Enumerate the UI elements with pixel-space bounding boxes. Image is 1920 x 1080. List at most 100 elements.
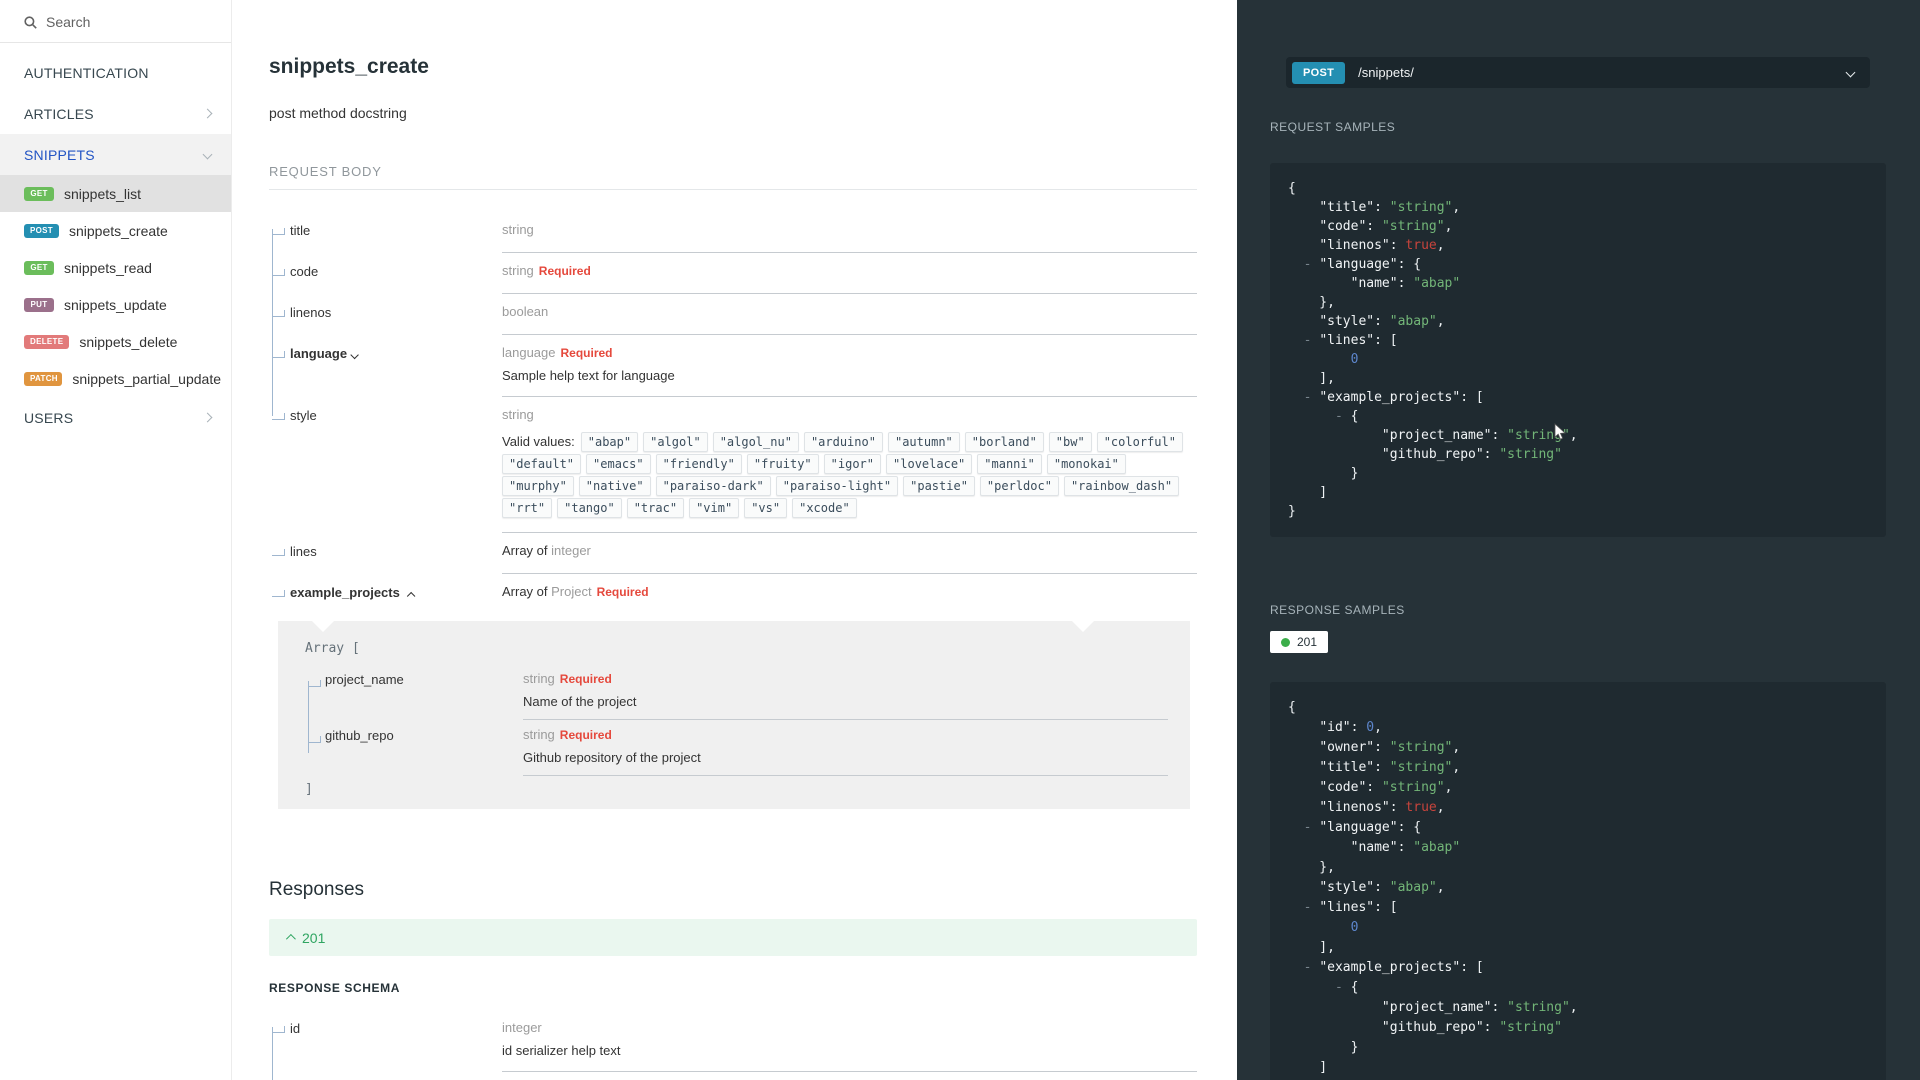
enum-pill: "algol" (643, 432, 708, 452)
field-type: language (502, 345, 556, 360)
sidebar-item-articles[interactable]: ARTICLES (0, 93, 231, 134)
sidebar-item-authentication[interactable]: AUTHENTICATION (0, 52, 231, 93)
tree-tick (272, 228, 285, 235)
field-type: integer (502, 1020, 542, 1035)
field-name: id (290, 1021, 301, 1036)
field-row-example-projects: example_projects Array of Project Require… (269, 574, 1197, 609)
field-name: style (290, 408, 317, 423)
enum-pill: "arduino" (803, 432, 883, 452)
response-schema: id integer id serializer help text owner… (269, 1010, 1197, 1080)
response-sample-tab-201[interactable]: 201 (1270, 631, 1329, 653)
field-name: code (290, 264, 319, 279)
tree-tick (272, 351, 285, 358)
field-row-linenos: linenos boolean (269, 294, 1197, 335)
field-row-title: title string (269, 212, 1197, 253)
array-open-bracket: Array [ (305, 641, 360, 656)
mouse-cursor (1554, 423, 1566, 440)
search-input[interactable] (46, 14, 176, 30)
field-help: Name of the project (523, 694, 637, 709)
method-badge-patch: PATCH (24, 371, 63, 386)
search-box[interactable] (0, 0, 231, 43)
chevron-right-icon (202, 108, 213, 119)
notch-right (1072, 621, 1094, 632)
enum-pill: "monokai" (1046, 454, 1126, 474)
enum-pill: "manni" (977, 454, 1042, 474)
field-type: string (523, 727, 555, 742)
sidebar-item-users[interactable]: USERS (0, 397, 231, 438)
method-badge-put: PUT (24, 297, 54, 312)
response-201-toggle[interactable]: 201 (269, 919, 1197, 956)
array-of-label: Array of (502, 543, 552, 558)
enum-pill: "abap" (580, 432, 639, 452)
field-name: linenos (290, 305, 332, 320)
field-row-id: id integer id serializer help text (269, 1010, 1197, 1072)
operation-label: snippets_update (64, 296, 167, 313)
tree-tick (272, 590, 285, 597)
response-samples-heading: RESPONSE SAMPLES (1270, 603, 1405, 617)
sidebar-item-snippets-list[interactable]: GET snippets_list (0, 175, 231, 212)
field-name-expandable[interactable]: language (269, 344, 502, 397)
field-help: Sample help text for language (502, 368, 675, 383)
method-badge-post: POST (24, 223, 59, 238)
enum-pill: "autumn" (887, 432, 960, 452)
enum-pill: "default" (502, 454, 582, 474)
sidebar: AUTHENTICATION ARTICLES SNIPPETS GET sni… (0, 0, 232, 1080)
field-name-expandable[interactable]: example_projects (269, 583, 502, 609)
sidebar-item-snippets-read[interactable]: GET snippets_read (0, 249, 231, 286)
field-name: lines (290, 544, 317, 559)
sidebar-item-snippets[interactable]: SNIPPETS (0, 134, 231, 175)
sidebar-item-snippets-delete[interactable]: DELETE snippets_delete (0, 323, 231, 360)
field-row-language: language language Required Sample help te… (269, 335, 1197, 397)
operation-label: snippets_delete (79, 333, 178, 350)
enum-pill: "igor" (823, 454, 882, 474)
sidebar-item-snippets-create[interactable]: POST snippets_create (0, 212, 231, 249)
field-name: project_name (325, 672, 404, 687)
field-row-project-name: project_name string Required Name of the … (305, 664, 1168, 720)
enum-pill: "algol_nu" (712, 432, 799, 452)
enum-pill: "lovelace" (886, 454, 973, 474)
enum-pill: "xcode" (792, 498, 857, 518)
field-help: id serializer help text (502, 1043, 621, 1058)
sidebar-item-snippets-update[interactable]: PUT snippets_update (0, 286, 231, 323)
status-dot-icon (1281, 637, 1290, 647)
sidebar-item-snippets-partial-update[interactable]: PATCH snippets_partial_update (0, 360, 231, 397)
field-row-github-repo: github_repo string Required Github reposi… (305, 720, 1168, 776)
method-badge-get: GET (24, 260, 54, 275)
response-code: 201 (1297, 635, 1318, 649)
request-body-schema: title string code string Required linenos… (269, 212, 1197, 609)
field-type: string (502, 407, 534, 422)
required-flag: Required (560, 346, 613, 360)
sidebar-item-label: SNIPPETS (24, 146, 95, 163)
required-flag: Required (596, 585, 649, 599)
enum-pill: "friendly" (655, 454, 742, 474)
enum-pill: "fruity" (746, 454, 819, 474)
enum-pill: "vs" (744, 498, 788, 518)
enum-pill-list: "abap" "algol" "algol_nu" "arduino" "autumn"… (502, 432, 1188, 518)
array-of-label: Array of (502, 584, 552, 599)
method-badge-post: POST (1292, 61, 1346, 84)
field-type: string (523, 671, 555, 686)
request-samples-heading: REQUEST SAMPLES (1270, 120, 1396, 134)
tree-tick (272, 549, 285, 556)
chevron-down-icon (1845, 67, 1856, 78)
responses-heading: Responses (269, 879, 365, 900)
field-type: string (502, 222, 534, 237)
response-sample-code: { "id": 0, "owner": "string", "title": "… (1270, 682, 1886, 1080)
operation-label: snippets_list (64, 185, 142, 202)
tree-tick (272, 269, 285, 276)
enum-pill: "native" (578, 476, 651, 496)
valid-values-label: Valid values: (502, 434, 575, 449)
endpoint-dropdown[interactable]: POST /snippets/ (1286, 57, 1870, 88)
field-name: title (290, 223, 311, 238)
enum-pill: "borland" (964, 432, 1044, 452)
field-type: integer (551, 543, 591, 558)
field-type: string (502, 263, 534, 278)
enum-values: Valid values: "abap" "algol" "algol_nu" "ard… (502, 431, 1197, 519)
response-schema-heading: RESPONSE SCHEMA (269, 981, 401, 995)
page: AUTHENTICATION ARTICLES SNIPPETS GET sni… (0, 0, 1920, 1080)
enum-pill: "vim" (689, 498, 740, 518)
enum-pill: "rrt" (502, 498, 553, 518)
enum-pill: "tango" (557, 498, 622, 518)
sidebar-item-label: ARTICLES (24, 105, 94, 122)
enum-pill: "murphy" (502, 476, 574, 496)
